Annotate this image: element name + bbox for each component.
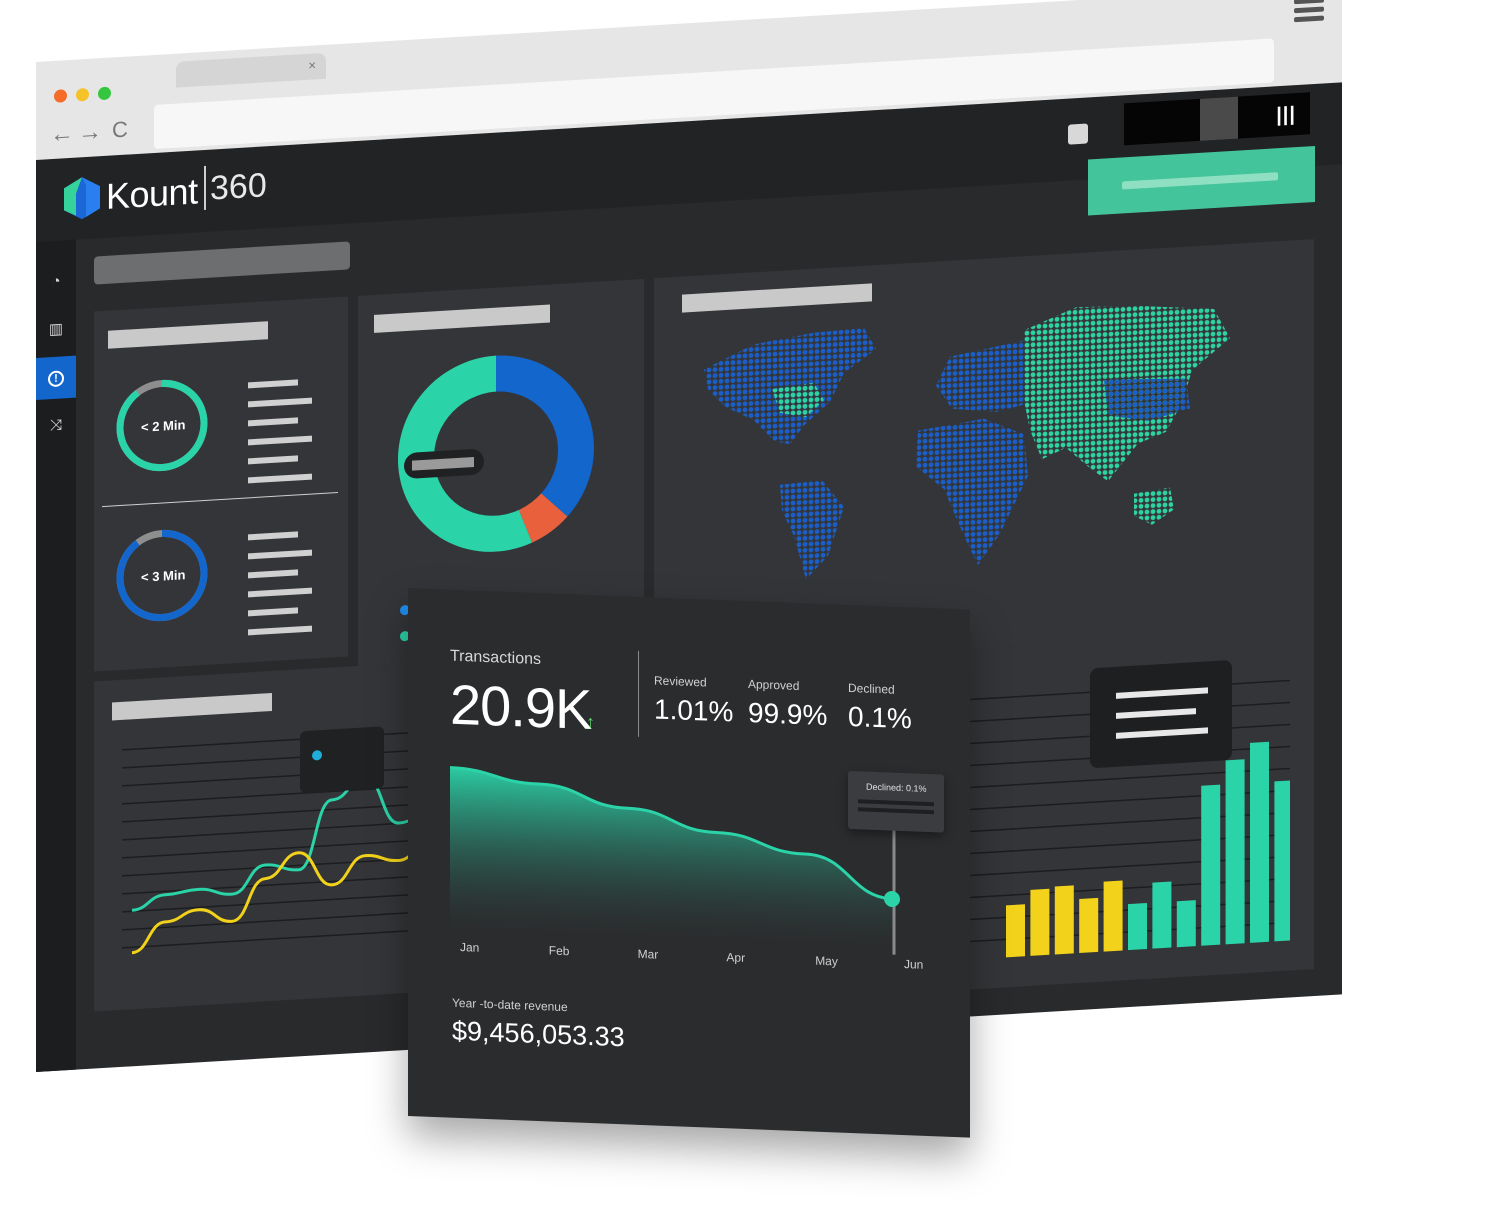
- sidebar-item-alerts[interactable]: !: [36, 355, 76, 400]
- minimize-dot[interactable]: [76, 87, 89, 102]
- month-tick-label: May: [815, 953, 838, 969]
- header-user-bar[interactable]: |||: [1124, 92, 1310, 146]
- bar[interactable]: [1225, 759, 1245, 945]
- donut-slice[interactable]: [496, 350, 594, 521]
- panel-title-placeholder: [108, 321, 268, 349]
- sidebar-item-rules[interactable]: ⤨: [36, 404, 76, 448]
- alert-icon: !: [48, 370, 64, 388]
- bar[interactable]: [1176, 900, 1196, 948]
- bar[interactable]: [1128, 902, 1147, 951]
- logo-divider: [204, 165, 206, 211]
- area-fill: [450, 767, 894, 947]
- header-menu-icon[interactable]: |||: [1276, 103, 1296, 127]
- month-tick-label: Jan: [460, 939, 480, 955]
- bar-chart-panel: [970, 629, 1314, 990]
- month-tick-label: Jun: [904, 957, 924, 972]
- sidebar-item-reports[interactable]: ▥: [36, 308, 76, 352]
- gauge-legend-lines: [248, 531, 312, 649]
- bar[interactable]: [1152, 881, 1172, 949]
- bar-chart-icon: ▥: [48, 320, 64, 339]
- browser-tab[interactable]: ×: [176, 52, 326, 88]
- forward-arrow-icon[interactable]: →: [78, 118, 102, 147]
- kount-logo-icon: [64, 177, 100, 220]
- bar[interactable]: [1006, 904, 1025, 958]
- panel-title-placeholder: [374, 304, 550, 333]
- ytd-revenue-value: $9,456,053.33: [452, 1015, 625, 1053]
- header-user-segment[interactable]: [1200, 96, 1238, 141]
- ytd-revenue-label: Year -to-date revenue: [452, 995, 568, 1015]
- stat-value-reviewed: 1.01%: [654, 693, 734, 728]
- bar[interactable]: [1201, 784, 1221, 946]
- bar[interactable]: [1250, 741, 1269, 943]
- notification-square-icon[interactable]: [1068, 123, 1088, 145]
- maximize-dot[interactable]: [98, 86, 111, 101]
- gauge-label-3min: < 3 Min: [141, 567, 186, 585]
- panel-title-placeholder: [682, 283, 872, 313]
- bar[interactable]: [1079, 897, 1099, 954]
- declined-tooltip-text: Declined: 0.1%: [866, 781, 927, 794]
- close-dot[interactable]: [54, 89, 67, 103]
- stat-value-approved: 99.9%: [748, 697, 828, 732]
- month-tick-label: Mar: [637, 946, 659, 962]
- line-tooltip: [300, 726, 384, 794]
- month-tick-label: Apr: [726, 950, 746, 965]
- stat-label-approved: Approved: [748, 677, 800, 694]
- transactions-value: 20.9K: [450, 672, 592, 742]
- gauge-legend-lines: [248, 379, 312, 497]
- browser-menu-icon[interactable]: [1294, 0, 1324, 25]
- bar[interactable]: [1054, 885, 1074, 955]
- stage: × ← → C Kount 360 ||| ◔ ▥ ! ⤨ < 2 Min < …: [0, 0, 1500, 1220]
- shuffle-icon: ⤨: [49, 416, 62, 435]
- primary-action-button[interactable]: [1088, 146, 1315, 216]
- panel-title-placeholder: [112, 692, 272, 721]
- bar[interactable]: [1274, 780, 1290, 942]
- stats-divider: [638, 650, 639, 737]
- month-tick-label: Feb: [548, 943, 570, 959]
- page-title-placeholder: [94, 241, 350, 285]
- gauge-label-2min: < 2 Min: [141, 417, 186, 435]
- logo-suffix: 360: [210, 166, 267, 208]
- declined-tooltip: Declined: 0.1%: [848, 770, 944, 833]
- bar[interactable]: [1103, 880, 1123, 952]
- panel-divider: [102, 492, 338, 508]
- logo-wordmark: Kount: [106, 170, 198, 217]
- sidebar-item-dashboard[interactable]: ◔: [36, 260, 76, 304]
- gauges-panel: < 2 Min < 3 Min: [94, 296, 348, 672]
- transactions-area-chart: [450, 766, 900, 955]
- world-map: [704, 305, 1230, 580]
- trend-up-icon: ↑: [586, 711, 595, 733]
- sidebar: ◔ ▥ ! ⤨: [36, 239, 76, 1073]
- dashboard-gauge-icon: ◔: [51, 272, 61, 291]
- back-arrow-icon[interactable]: ←: [50, 120, 74, 149]
- bar[interactable]: [1030, 888, 1050, 956]
- reload-icon[interactable]: C: [112, 117, 128, 144]
- stat-label-reviewed: Reviewed: [654, 673, 707, 690]
- donut-tooltip: [404, 448, 484, 480]
- stat-label-declined: Declined: [848, 680, 895, 697]
- stat-value-declined: 0.1%: [848, 700, 912, 735]
- transactions-card: Transactions 20.9K ↑ Reviewed 1.01% Appr…: [408, 588, 970, 1138]
- bar-tooltip: [1090, 659, 1232, 769]
- tab-close-icon[interactable]: ×: [308, 57, 316, 72]
- transactions-label: Transactions: [450, 647, 541, 669]
